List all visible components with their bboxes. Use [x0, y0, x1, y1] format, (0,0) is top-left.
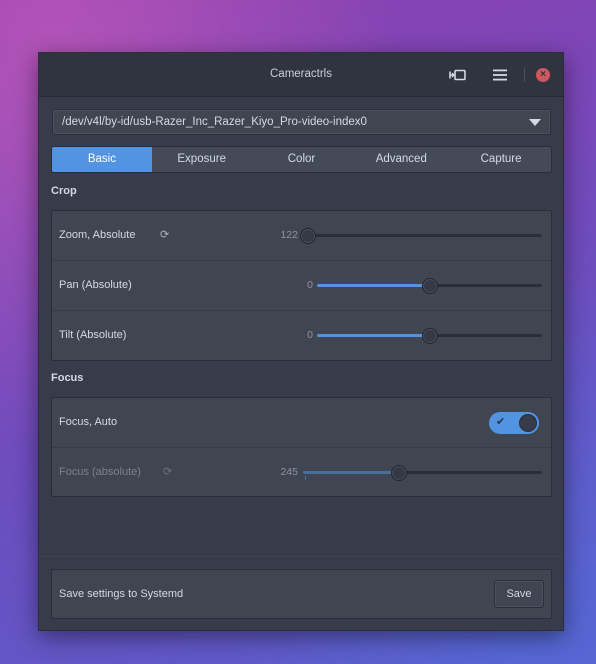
pan-value: 0 — [307, 279, 313, 291]
tab-capture[interactable]: Capture — [451, 147, 551, 172]
focus-absolute-slider-handle — [390, 465, 407, 481]
zoom-value: 122 — [280, 229, 298, 241]
tab-color[interactable]: Color — [252, 147, 352, 172]
reset-icon[interactable]: ⟳ — [160, 228, 169, 241]
zoom-row: Zoom, Absolute ⟳ 122 — [52, 211, 551, 261]
device-select[interactable]: /dev/v4l/by-id/usb-Razer_Inc_Razer_Kiyo_… — [52, 109, 551, 135]
focus-auto-row: Focus, Auto ✔ — [52, 398, 551, 448]
focus-absolute-slider-fill — [303, 471, 399, 474]
checkmark-icon: ✔ — [496, 416, 506, 428]
zoom-slider[interactable] — [303, 234, 542, 237]
focus-group: Focus, Auto ✔ Focus (absolute) ⟳ 245 — [51, 397, 552, 497]
tilt-slider-fill — [317, 334, 430, 337]
camera-switch-icon[interactable] — [448, 65, 468, 85]
focus-absolute-label: Focus (absolute) — [59, 466, 141, 478]
focus-absolute-row: Focus (absolute) ⟳ 245 — [52, 448, 551, 498]
save-button[interactable]: Save — [494, 580, 544, 608]
pan-label: Pan (Absolute) — [59, 279, 132, 291]
pan-slider-handle[interactable] — [421, 278, 438, 294]
window-title: Cameractrls — [270, 68, 332, 80]
tab-basic[interactable]: Basic — [52, 147, 152, 172]
section-title-focus: Focus — [51, 372, 84, 384]
tilt-row: Tilt (Absolute) 0 — [52, 311, 551, 361]
tab-advanced[interactable]: Advanced — [351, 147, 451, 172]
tilt-value: 0 — [307, 329, 313, 341]
close-icon[interactable]: × — [536, 68, 550, 82]
footer-panel: Save settings to Systemd Save — [51, 569, 552, 619]
chevron-down-icon — [529, 119, 541, 126]
tab-exposure[interactable]: Exposure — [152, 147, 252, 172]
focus-absolute-value: 245 — [280, 466, 298, 478]
section-title-crop: Crop — [51, 185, 77, 197]
switch-knob — [519, 414, 537, 432]
focus-absolute-slider — [303, 471, 542, 474]
focus-slider-mark — [305, 476, 306, 480]
zoom-slider-handle[interactable] — [299, 228, 316, 244]
pan-row: Pan (Absolute) 0 — [52, 261, 551, 311]
tilt-slider-handle[interactable] — [421, 328, 438, 344]
titlebar: Cameractrls × — [39, 53, 563, 97]
hamburger-menu-icon[interactable] — [490, 65, 510, 85]
reset-icon: ⟳ — [163, 466, 173, 478]
tab-bar: Basic Exposure Color Advanced Capture — [51, 146, 552, 173]
save-settings-label: Save settings to Systemd — [59, 588, 184, 600]
crop-group: Zoom, Absolute ⟳ 122 Pan (Absolute) 0 Ti… — [51, 210, 552, 361]
tilt-label: Tilt (Absolute) — [59, 329, 127, 341]
titlebar-separator — [524, 68, 525, 82]
app-window: Cameractrls × /dev/v4l/by-id/usb-Razer_I… — [38, 52, 564, 631]
pan-slider-fill — [317, 284, 430, 287]
device-select-value: /dev/v4l/by-id/usb-Razer_Inc_Razer_Kiyo_… — [62, 116, 367, 128]
footer-divider — [39, 556, 563, 557]
zoom-label: Zoom, Absolute — [59, 229, 136, 241]
focus-auto-switch[interactable]: ✔ — [489, 412, 539, 434]
focus-auto-label: Focus, Auto — [59, 416, 118, 428]
